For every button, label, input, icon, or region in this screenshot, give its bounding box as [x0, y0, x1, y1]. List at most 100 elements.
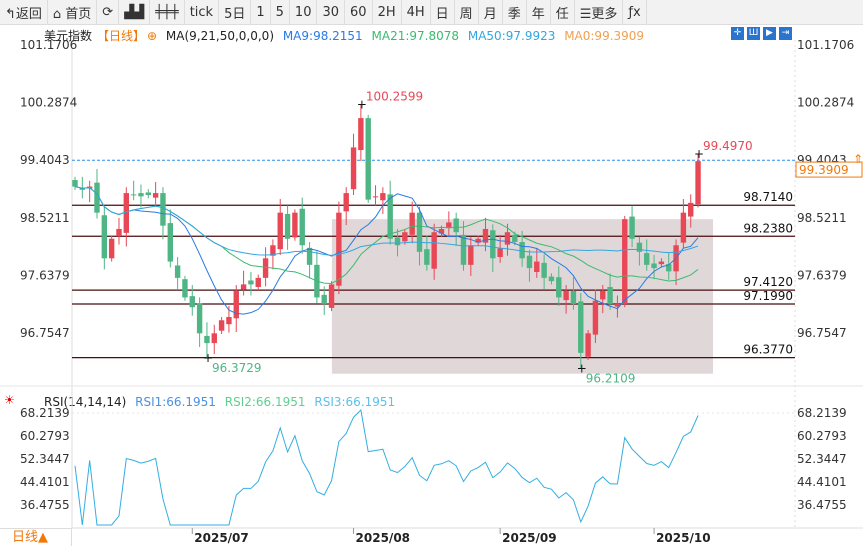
candle-body: [321, 294, 327, 304]
candle-body: [658, 261, 665, 265]
candle-body: [365, 118, 371, 200]
candle-body: [592, 300, 599, 335]
candle-body: [130, 194, 137, 196]
rsi-axis-label-right: 44.4101: [797, 475, 847, 489]
price-axis-label-left: 100.2874: [20, 96, 77, 110]
date-label: 2025/07: [194, 531, 248, 545]
candle-body: [211, 333, 217, 344]
candle-body: [350, 147, 357, 190]
candle-body: [629, 216, 635, 239]
rsi-axis-label-left: 60.2793: [20, 429, 70, 443]
price-axis-label-right: 101.1706: [797, 38, 854, 52]
candle-body: [402, 232, 408, 242]
rsi-axis-label-right: 60.2793: [797, 429, 847, 443]
candle-body: [101, 215, 108, 259]
candle-body: [152, 193, 159, 198]
candle-body: [534, 261, 540, 273]
scroll-up-icon: ⇑: [853, 152, 863, 166]
price-axis-label-left: 101.1706: [20, 38, 77, 52]
candle-body: [490, 230, 496, 259]
price-chart[interactable]: 101.1706 101.1706 100.2874 100.2874 99.4043 9…: [0, 0, 863, 546]
high-label: 99.4970: [703, 139, 753, 153]
candle-body: [240, 284, 247, 290]
candle-body: [380, 193, 386, 201]
rsi-axis-label-left: 36.4755: [20, 498, 70, 512]
rsi-settings-icon: ☀: [4, 393, 15, 407]
candle-body: [460, 234, 467, 265]
level-label: 98.2380: [743, 221, 793, 235]
candle-body: [519, 242, 525, 259]
candle-body: [695, 161, 701, 205]
level-label: 97.1990: [743, 289, 793, 303]
rsi-axis-label-right: 68.2139: [797, 406, 847, 420]
candle-body: [277, 212, 283, 250]
candle-body: [292, 212, 298, 238]
candle-body: [526, 255, 533, 269]
candle-body: [328, 284, 335, 308]
candle-body: [563, 290, 569, 301]
candle-body: [336, 212, 342, 286]
candle-body: [167, 223, 173, 262]
candle-body: [409, 212, 415, 235]
candle-body: [358, 118, 364, 151]
candle-body: [644, 253, 650, 265]
price-axis-label-right: 98.5211: [797, 211, 847, 225]
candle-body: [512, 234, 518, 243]
candle-body: [233, 290, 239, 319]
candle-body: [72, 180, 78, 187]
candle-body: [248, 280, 254, 285]
candle-body: [548, 276, 555, 282]
last-price-label: 99.3909: [799, 163, 849, 177]
candle-body: [688, 202, 694, 217]
candle-body: [504, 232, 511, 245]
candle-body: [600, 290, 606, 300]
rsi-axis-label-left: 68.2139: [20, 406, 70, 420]
candle-body: [556, 277, 562, 298]
candle-body: [255, 277, 261, 288]
level-label: 96.3770: [743, 343, 793, 357]
price-axis-label-right: 96.7547: [797, 326, 847, 340]
candle-body: [622, 219, 628, 304]
candle-body: [306, 247, 313, 265]
price-axis-label-right: 100.2874: [797, 96, 854, 110]
rsi-axis-label-right: 52.3447: [797, 452, 847, 466]
candle-body: [196, 303, 203, 334]
candle-body: [651, 263, 657, 269]
period-button[interactable]: 日线▲: [0, 528, 72, 546]
rsi-axis-label-left: 44.4101: [20, 475, 70, 489]
candle-body: [174, 265, 181, 278]
candle-body: [138, 193, 144, 197]
price-axis-label-left: 96.7547: [20, 326, 70, 340]
date-label: 2025/08: [356, 531, 410, 545]
low-label: 96.2109: [586, 371, 636, 385]
candle-body: [372, 196, 379, 198]
candle-body: [299, 208, 305, 246]
candle-body: [416, 212, 423, 252]
candle-body: [541, 262, 547, 278]
candle-body: [116, 228, 122, 237]
level-label: 98.7140: [743, 190, 793, 204]
candle-body: [284, 213, 291, 239]
candle-body: [424, 249, 430, 265]
candle-body: [468, 245, 474, 265]
candle-body: [446, 222, 452, 228]
high-label: 100.2599: [366, 89, 423, 103]
candle-body: [182, 279, 188, 298]
price-axis-label-left: 99.4043: [20, 153, 70, 167]
candle-body: [204, 335, 210, 344]
candle-body: [636, 242, 643, 252]
candle-body: [431, 232, 437, 269]
rsi-axis-label-right: 36.4755: [797, 498, 847, 512]
price-axis-label-right: 97.6379: [797, 268, 847, 282]
price-axis-label-left: 98.5211: [20, 211, 70, 225]
price-axis-label-left: 97.6379: [20, 268, 70, 282]
candle-body: [497, 248, 503, 258]
candle-body: [453, 218, 459, 233]
date-label: 2025/09: [502, 531, 556, 545]
candle-body: [226, 317, 232, 325]
candle-body: [218, 320, 225, 331]
rsi-line: [74, 408, 699, 526]
level-label: 97.4120: [743, 275, 793, 289]
candle-body: [680, 212, 687, 243]
candle-body: [108, 238, 115, 259]
